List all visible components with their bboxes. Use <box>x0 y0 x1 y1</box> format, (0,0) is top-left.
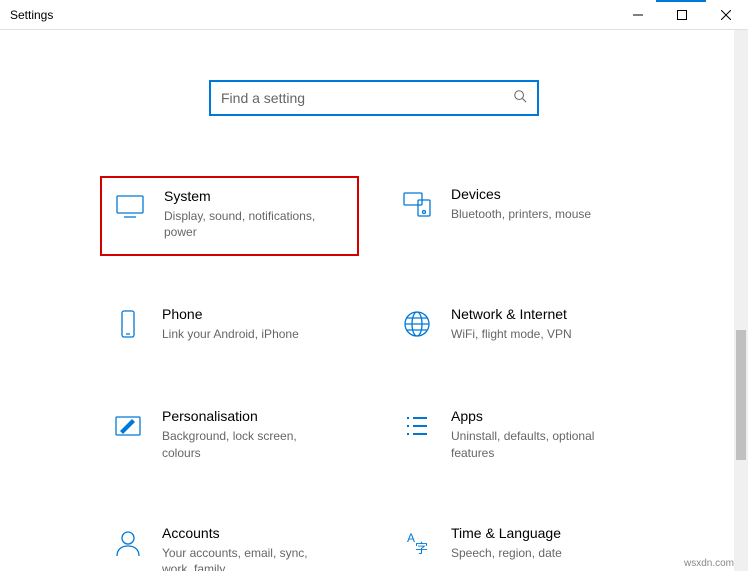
time-language-icon: A字 <box>399 527 435 563</box>
tile-desc: Your accounts, email, sync, work, family <box>162 545 332 571</box>
search-box[interactable] <box>209 80 539 116</box>
close-button[interactable] <box>704 0 748 29</box>
scrollbar-thumb[interactable] <box>736 330 746 460</box>
svg-text:字: 字 <box>415 541 428 556</box>
maximize-icon <box>677 10 687 20</box>
devices-icon <box>399 188 435 224</box>
phone-icon <box>110 308 146 344</box>
tile-personalisation[interactable]: Personalisation Background, lock screen,… <box>100 398 359 474</box>
titlebar: Settings <box>0 0 748 30</box>
tile-title: Apps <box>451 408 621 424</box>
tile-desc: Bluetooth, printers, mouse <box>451 206 591 222</box>
accent-bar <box>656 0 706 2</box>
tile-title: System <box>164 188 334 204</box>
maximize-button[interactable] <box>660 0 704 29</box>
tile-desc: Link your Android, iPhone <box>162 326 299 342</box>
tile-desc: WiFi, flight mode, VPN <box>451 326 572 342</box>
tile-accounts[interactable]: Accounts Your accounts, email, sync, wor… <box>100 515 359 571</box>
tile-desc: Speech, region, date <box>451 545 562 561</box>
tile-apps[interactable]: Apps Uninstall, defaults, optional featu… <box>389 398 648 474</box>
tile-system[interactable]: System Display, sound, notifications, po… <box>100 176 359 256</box>
personalisation-icon <box>110 410 146 446</box>
tile-desc: Uninstall, defaults, optional features <box>451 428 621 460</box>
minimize-icon <box>633 10 643 20</box>
network-icon <box>399 308 435 344</box>
close-icon <box>721 10 731 20</box>
tile-title: Personalisation <box>162 408 332 424</box>
scrollbar[interactable] <box>734 30 748 571</box>
svg-text:A: A <box>407 531 415 545</box>
settings-grid: System Display, sound, notifications, po… <box>0 176 748 571</box>
tile-devices[interactable]: Devices Bluetooth, printers, mouse <box>389 176 648 256</box>
accounts-icon <box>110 527 146 563</box>
window-title: Settings <box>10 8 53 22</box>
tile-time[interactable]: A字 Time & Language Speech, region, date <box>389 515 648 571</box>
minimize-button[interactable] <box>616 0 660 29</box>
tile-desc: Background, lock screen, colours <box>162 428 332 460</box>
tile-title: Time & Language <box>451 525 562 541</box>
tile-desc: Display, sound, notifications, power <box>164 208 334 240</box>
tile-title: Phone <box>162 306 299 322</box>
tile-phone[interactable]: Phone Link your Android, iPhone <box>100 296 359 358</box>
watermark: wsxdn.com <box>684 558 734 569</box>
search-input[interactable] <box>221 90 513 106</box>
tile-network[interactable]: Network & Internet WiFi, flight mode, VP… <box>389 296 648 358</box>
search-container <box>0 80 748 116</box>
search-icon <box>513 89 527 108</box>
window-controls <box>616 0 748 29</box>
tile-title: Accounts <box>162 525 332 541</box>
system-icon <box>112 190 148 226</box>
tile-title: Network & Internet <box>451 306 572 322</box>
content: System Display, sound, notifications, po… <box>0 30 748 571</box>
apps-icon <box>399 410 435 446</box>
tile-title: Devices <box>451 186 591 202</box>
